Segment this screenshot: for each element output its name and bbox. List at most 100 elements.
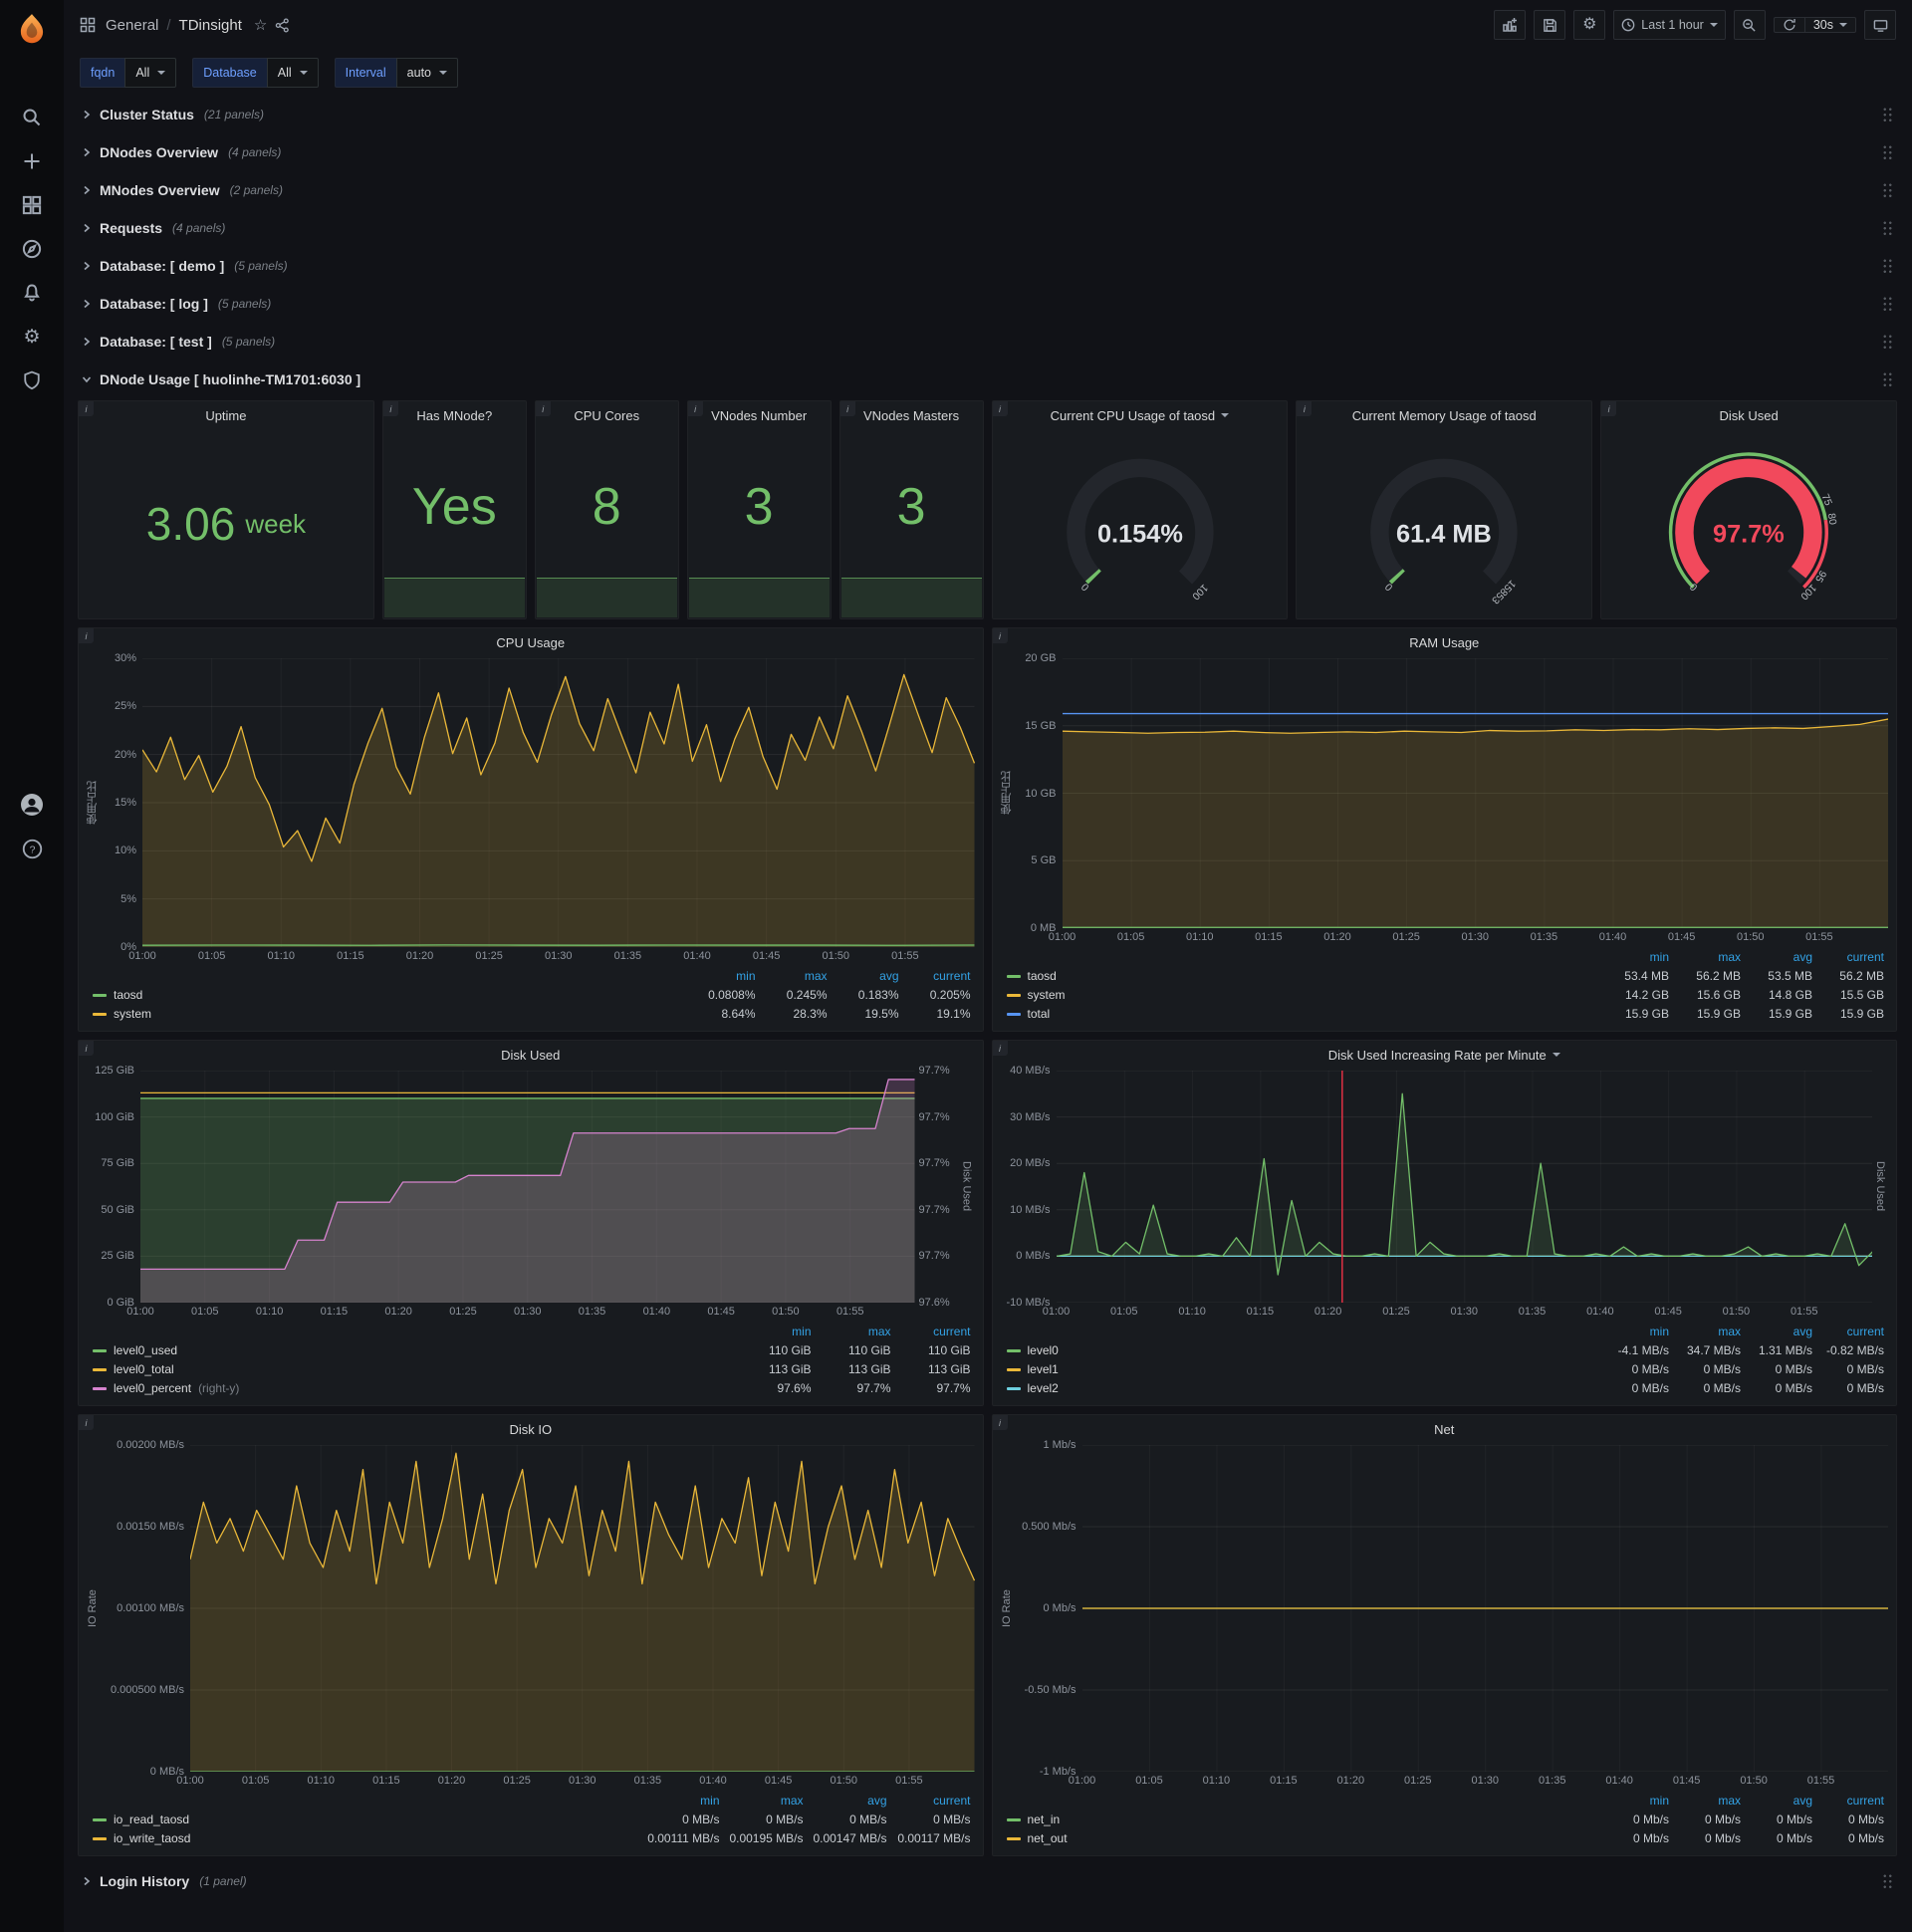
row-drag-handle[interactable] (1882, 181, 1893, 199)
legend-series-taosd[interactable]: taosd (93, 986, 684, 1004)
panel-info-icon[interactable]: i (79, 1415, 94, 1430)
legend-series-level1[interactable]: level1 (1006, 1360, 1598, 1378)
panel-title[interactable]: Disk Used Increasing Rate per Minute (993, 1041, 1897, 1069)
server-admin-shield-icon[interactable] (0, 362, 64, 398)
row-dnodes-overview[interactable]: DNodes Overview (4 panels) (78, 135, 1897, 169)
legend-swatch[interactable] (1006, 1386, 1021, 1390)
legend-column-current[interactable]: current (1812, 1792, 1884, 1810)
panel-title[interactable]: Net (993, 1415, 1897, 1443)
legend-series-system[interactable]: system (1006, 986, 1598, 1004)
explore-compass-icon[interactable] (0, 231, 64, 267)
plot-area[interactable] (190, 1445, 975, 1772)
row-drag-handle[interactable] (1882, 333, 1893, 351)
legend-swatch[interactable] (93, 1012, 107, 1016)
panel-title[interactable]: CPU Usage (79, 628, 983, 656)
plot-area[interactable] (1062, 658, 1888, 928)
row-drag-handle[interactable] (1882, 370, 1893, 388)
row-drag-handle[interactable] (1882, 1872, 1893, 1890)
time-range-picker[interactable]: Last 1 hour (1613, 10, 1726, 40)
legend-column-max[interactable]: max (720, 1792, 804, 1810)
row-title[interactable]: DNode Usage [ huolinhe-TM1701:6030 ] (100, 371, 360, 387)
panel-info-icon[interactable]: i (535, 401, 551, 416)
panel-info-icon[interactable]: i (79, 1041, 94, 1056)
legend-column-current[interactable]: current (891, 1323, 970, 1340)
breadcrumb-folder[interactable]: General (106, 17, 158, 34)
legend-column-max[interactable]: max (756, 967, 828, 985)
create-plus-icon[interactable] (0, 143, 64, 179)
dashboard-settings-button[interactable]: ⚙ (1573, 10, 1606, 40)
legend-column-current[interactable]: current (887, 1792, 970, 1810)
legend-swatch[interactable] (1006, 1348, 1021, 1352)
legend-column-max[interactable]: max (1669, 948, 1741, 966)
row-mnodes-overview[interactable]: MNodes Overview (2 panels) (78, 173, 1897, 207)
legend-swatch[interactable] (1006, 1836, 1021, 1840)
row-database-test[interactable]: Database: [ test ] (5 panels) (78, 325, 1897, 359)
dashboards-icon[interactable] (0, 187, 64, 223)
legend-swatch[interactable] (93, 1836, 107, 1840)
panel-title[interactable]: Uptime (79, 401, 373, 429)
legend-column-min[interactable]: min (684, 967, 755, 985)
panel-title[interactable]: CPU Cores (536, 401, 678, 429)
row-title[interactable]: Login History (100, 1873, 189, 1889)
plot-area[interactable] (140, 1071, 915, 1303)
panel-info-icon[interactable]: i (992, 401, 1008, 416)
panel-info-icon[interactable]: i (687, 401, 703, 416)
panel-menu-chevron-icon[interactable] (1552, 1053, 1560, 1057)
legend-swatch[interactable] (93, 993, 107, 997)
search-icon[interactable] (0, 100, 64, 135)
legend-column-min[interactable]: min (636, 1792, 719, 1810)
legend-swatch[interactable] (93, 1817, 107, 1821)
share-icon[interactable] (275, 17, 290, 33)
legend-column-max[interactable]: max (1669, 1323, 1741, 1340)
legend-column-avg[interactable]: avg (1741, 1323, 1812, 1340)
row-title[interactable]: DNodes Overview (100, 144, 218, 160)
legend-column-min[interactable]: min (732, 1323, 811, 1340)
save-dashboard-button[interactable] (1534, 10, 1566, 40)
panel-title[interactable]: Disk Used (1601, 401, 1896, 429)
legend-swatch[interactable] (1006, 974, 1021, 978)
help-icon[interactable]: ? (0, 831, 64, 866)
legend-series-net_in[interactable]: net_in (1006, 1811, 1598, 1828)
user-avatar[interactable] (0, 787, 64, 823)
panel-title[interactable]: Disk Used (79, 1041, 983, 1069)
panel-info-icon[interactable]: i (992, 628, 1008, 643)
panel-menu-chevron-icon[interactable] (1221, 413, 1230, 417)
legend-series-level2[interactable]: level2 (1006, 1379, 1598, 1397)
legend-swatch[interactable] (93, 1386, 107, 1390)
panel-title[interactable]: VNodes Number (688, 401, 831, 429)
legend-series-total[interactable]: total (1006, 1005, 1598, 1023)
legend-column-min[interactable]: min (1597, 948, 1669, 966)
refresh-button[interactable] (1775, 18, 1804, 32)
legend-column-avg[interactable]: avg (828, 967, 898, 985)
legend-column-min[interactable]: min (1597, 1792, 1669, 1810)
tv-cycle-view-button[interactable] (1864, 10, 1896, 40)
variable-value-fqdn[interactable]: All (124, 58, 177, 88)
legend-swatch[interactable] (93, 1367, 107, 1371)
legend-series-level0[interactable]: level0 (1006, 1341, 1598, 1359)
row-title[interactable]: Database: [ demo ] (100, 258, 224, 274)
legend-column-current[interactable]: current (899, 967, 970, 985)
row-requests[interactable]: Requests (4 panels) (78, 211, 1897, 245)
legend-column-max[interactable]: max (812, 1323, 891, 1340)
legend-column-current[interactable]: current (1812, 948, 1884, 966)
panel-info-icon[interactable]: i (992, 1041, 1008, 1056)
row-drag-handle[interactable] (1882, 143, 1893, 161)
legend-swatch[interactable] (1006, 993, 1021, 997)
legend-series-net_out[interactable]: net_out (1006, 1829, 1598, 1847)
panel-info-icon[interactable]: i (1601, 401, 1617, 416)
row-title[interactable]: Requests (100, 220, 162, 236)
refresh-interval-dropdown[interactable]: 30s (1803, 18, 1855, 32)
row-database-demo[interactable]: Database: [ demo ] (5 panels) (78, 249, 1897, 283)
row-title[interactable]: Database: [ test ] (100, 334, 212, 350)
legend-series-level0_total[interactable]: level0_total (93, 1360, 732, 1378)
row-drag-handle[interactable] (1882, 106, 1893, 123)
panel-info-icon[interactable]: i (839, 401, 855, 416)
plot-area[interactable] (142, 658, 975, 947)
panel-info-icon[interactable]: i (1297, 401, 1313, 416)
legend-column-current[interactable]: current (1812, 1323, 1884, 1340)
row-title[interactable]: Cluster Status (100, 107, 194, 122)
add-panel-button[interactable] (1494, 10, 1527, 40)
alerting-bell-icon[interactable] (0, 275, 64, 311)
legend-swatch[interactable] (1006, 1367, 1021, 1371)
panel-title[interactable]: RAM Usage (993, 628, 1897, 656)
